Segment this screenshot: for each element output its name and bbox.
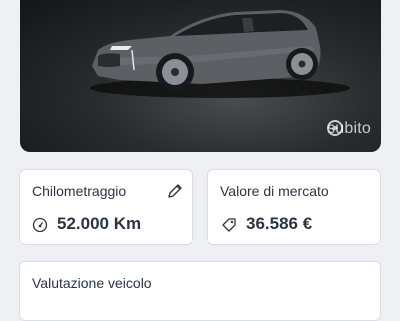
subito-watermark: subito	[327, 120, 371, 138]
market-value-card: Valore di mercato 36.586 €	[207, 169, 381, 245]
mileage-card: Chilometraggio 52.000 Km	[19, 169, 193, 245]
price-tag-icon	[222, 218, 236, 232]
mileage-label: Chilometraggio	[32, 183, 127, 199]
vehicle-photo[interactable]: subito	[20, 0, 381, 152]
odometer-icon	[32, 217, 48, 233]
vehicle-valuation-card[interactable]: Valutazione veicolo	[19, 261, 381, 321]
subito-logo-icon	[327, 120, 344, 136]
market-value-label: Valore di mercato	[220, 183, 329, 199]
pencil-icon[interactable]	[167, 183, 183, 199]
vehicle-valuation-label: Valutazione veicolo	[32, 275, 152, 291]
market-value-amount: 36.586 €	[246, 214, 313, 233]
mileage-value: 52.000 Km	[57, 214, 142, 233]
